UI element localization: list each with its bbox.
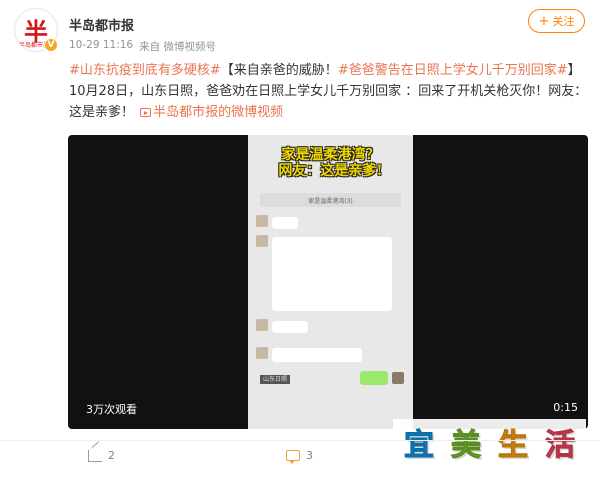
hashtag-link[interactable]: #山东抗疫到底有多硬核# <box>69 63 221 78</box>
follow-button[interactable]: + 关注 <box>528 9 585 33</box>
plus-icon: + <box>538 13 550 29</box>
video-caption-line1: 家是温柔港湾？ <box>281 147 380 163</box>
video-link-icon <box>140 108 152 117</box>
comment-icon <box>286 450 300 464</box>
chat-bubble <box>272 237 392 311</box>
post-text: #山东抗疫到底有多硬核#【来自亲爸的威胁！#爸爸警告在日照上学女儿千万别回家#】… <box>69 60 589 123</box>
comment-count: 3 <box>306 449 313 462</box>
verified-badge-icon: V <box>44 38 58 52</box>
chat-title-bar: 家是温柔港湾(3) <box>260 193 401 207</box>
chat-avatar <box>256 347 268 359</box>
chat-avatar <box>256 235 268 247</box>
chat-bubble <box>272 348 362 362</box>
hashtag-link[interactable]: #爸爸警告在日照上学女儿千万别回家# <box>338 63 568 78</box>
chat-avatar <box>256 215 268 227</box>
chat-bubble-self <box>360 371 388 385</box>
view-count: 3万次观看 <box>86 403 137 416</box>
video-duration: 0:15 <box>553 401 578 414</box>
post-source: 来自 微博视频号 <box>139 41 216 53</box>
weibo-post: 半 半岛都市报 V 半岛都市报 10-29 11:16 来自 微博视频号 + 关… <box>0 0 600 477</box>
post-title: 【来自亲爸的威胁！ <box>220 63 338 78</box>
share-count: 2 <box>108 449 115 462</box>
comment-button[interactable]: 3 <box>286 449 313 464</box>
author-name[interactable]: 半岛都市报 <box>69 15 134 34</box>
chat-bubble <box>272 321 308 333</box>
share-icon <box>88 449 102 462</box>
chat-bubble <box>272 217 298 229</box>
video-player[interactable]: 家是温柔港湾？ 网友：这是亲爹! 家是温柔港湾(3) 山东日照 3万次观看 0:… <box>68 135 588 429</box>
video-caption: 家是温柔港湾？ 网友：这是亲爹! <box>248 147 413 179</box>
video-overlay-tag: 山东日照 <box>260 375 291 384</box>
video-caption-line2: 网友：这是亲爹! <box>278 163 383 179</box>
post-title-end: 】 <box>567 63 581 78</box>
chat-avatar <box>256 319 268 331</box>
video-link[interactable]: 半岛都市报的微博视频 <box>153 105 283 120</box>
action-bar: 2 3 <box>0 440 600 470</box>
video-frame: 家是温柔港湾？ 网友：这是亲爹! 家是温柔港湾(3) 山东日照 <box>248 135 413 429</box>
post-time[interactable]: 10-29 11:16 <box>69 39 133 54</box>
share-button[interactable]: 2 <box>88 449 115 462</box>
chat-avatar <box>392 372 404 384</box>
post-meta: 10-29 11:16 来自 微博视频号 <box>69 39 216 54</box>
follow-label: 关注 <box>552 15 575 28</box>
